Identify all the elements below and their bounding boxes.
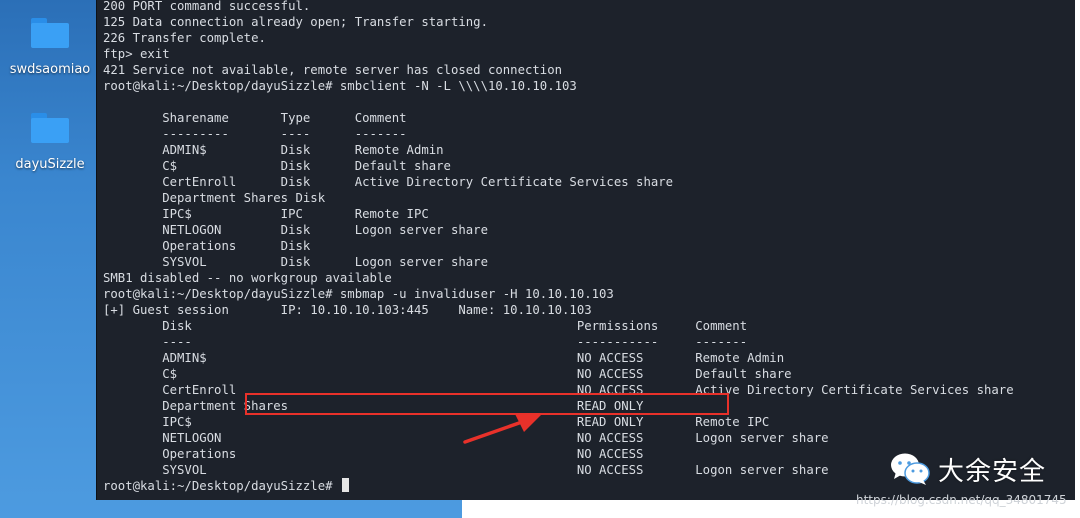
watermark-url: https://blog.csdn.net/qq_34801745 bbox=[856, 493, 1067, 507]
watermark-brand: 大余安全 bbox=[890, 449, 1046, 489]
desktop-icon-label: swdsaomiao bbox=[9, 62, 91, 77]
desktop-icon-swdsaomiao[interactable]: swdsaomiao bbox=[2, 18, 98, 77]
wechat-icon bbox=[891, 453, 930, 485]
folder-icon bbox=[31, 18, 69, 48]
desktop-icon-dayusizzle[interactable]: dayuSizzle bbox=[2, 113, 98, 172]
desktop-icon-label: dayuSizzle bbox=[15, 157, 85, 172]
annotation-arrow bbox=[463, 413, 543, 444]
terminal-window[interactable]: 200 PORT command successful. 125 Data co… bbox=[96, 0, 1075, 500]
watermark-brand-text: 大余安全 bbox=[938, 456, 1047, 487]
folder-icon bbox=[31, 113, 69, 143]
